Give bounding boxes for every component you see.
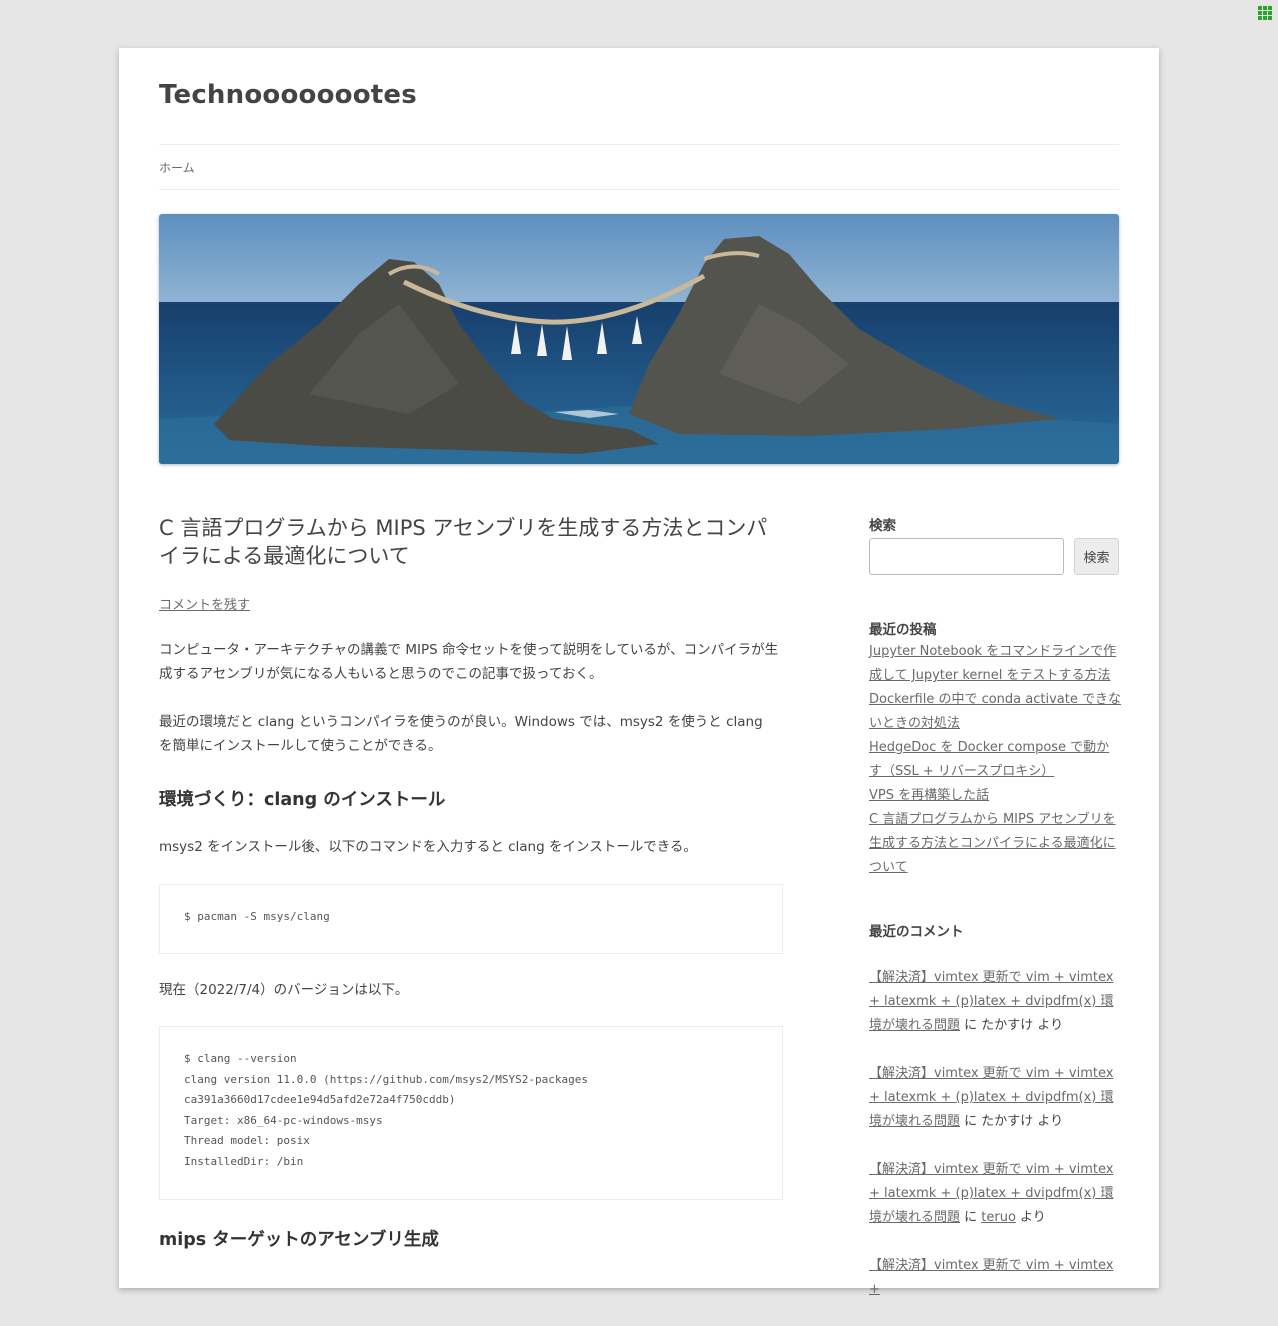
comment-suffix: より: [1015, 1210, 1046, 1225]
recent-comments-list: 【解決済】vimtex 更新で vim + vimtex + latexmk +…: [869, 966, 1121, 1326]
list-item: 【解決済】vimtex 更新で vim + vimtex +: [869, 1254, 1121, 1302]
entry-title[interactable]: C 言語プログラムから MIPS アセンブリを生成する方法とコンパイラによる最適…: [159, 514, 779, 570]
list-item: C 言語プログラムから MIPS アセンブリを生成する方法とコンパイラによる最適…: [869, 808, 1121, 880]
recent-post-link[interactable]: C 言語プログラムから MIPS アセンブリを生成する方法とコンパイラによる最適…: [869, 812, 1116, 875]
comment-author-link[interactable]: teruo: [981, 1210, 1016, 1225]
list-item: 【解決済】vimtex 更新で vim + vimtex + latexmk +…: [869, 1158, 1121, 1230]
comment-post-link[interactable]: 【解決済】vimtex 更新で vim + vimtex +: [869, 1258, 1113, 1297]
main-content: C 言語プログラムから MIPS アセンブリを生成する方法とコンパイラによる最適…: [159, 514, 784, 1250]
recent-post-link[interactable]: HedgeDoc を Docker compose で動かす（SSL + リバー…: [869, 740, 1109, 779]
recent-posts-title: 最近の投稿: [869, 622, 937, 638]
comment-on-text: に: [960, 1018, 982, 1033]
recent-posts-list: Jupyter Notebook をコマンドラインで作成して Jupyter k…: [869, 640, 1121, 880]
paragraph-intro: コンピュータ・アーキテクチャの講義で MIPS 命令セットを使って説明をしている…: [159, 642, 779, 682]
recent-comments-title: 最近のコメント: [869, 924, 964, 940]
site-title[interactable]: Technoooooootes: [159, 80, 417, 110]
comment-author: たかすけ: [981, 1018, 1034, 1033]
apps-grid-icon[interactable]: [1258, 6, 1272, 20]
list-item: 【解決済】vimtex 更新で vim + vimtex + latexmk +…: [869, 966, 1121, 1038]
code-block-version: $ clang --version clang version 11.0.0 (…: [159, 1026, 783, 1200]
page-container: Technoooooootes ホーム C 言語プログラムから MIPS アセン…: [119, 48, 1159, 1297]
main-navigation: ホーム: [159, 144, 1119, 190]
recent-post-link[interactable]: Dockerfile の中で conda activate できないときの対処法: [869, 692, 1121, 731]
paragraph-clang: 最近の環境だと clang というコンパイラを使うのが良い。Windows では…: [159, 714, 763, 754]
search-button[interactable]: 検索: [1074, 538, 1119, 575]
nav-home-link[interactable]: ホーム: [159, 159, 195, 176]
header-image: [159, 214, 1119, 464]
heading-install: 環境づくり：clang のインストール: [159, 790, 446, 810]
recent-post-link[interactable]: Jupyter Notebook をコマンドラインで作成して Jupyter k…: [869, 644, 1116, 683]
list-item: VPS を再構築した話: [869, 784, 1121, 808]
search-input[interactable]: [869, 538, 1064, 575]
comment-author: たかすけ: [981, 1114, 1034, 1129]
comment-on-text: に: [960, 1210, 982, 1225]
comment-suffix: より: [1033, 1018, 1064, 1033]
comment-suffix: より: [1033, 1114, 1064, 1129]
recent-post-link[interactable]: VPS を再構築した話: [869, 788, 989, 803]
list-item: Dockerfile の中で conda activate できないときの対処法: [869, 688, 1121, 736]
comment-on-text: に: [960, 1114, 982, 1129]
code-block-pacman: $ pacman -S msys/clang: [159, 884, 783, 954]
search-widget-title: 検索: [869, 518, 896, 534]
list-item: HedgeDoc を Docker compose で動かす（SSL + リバー…: [869, 736, 1121, 784]
list-item: 【解決済】vimtex 更新で vim + vimtex + latexmk +…: [869, 1062, 1121, 1134]
leave-comment-link[interactable]: コメントを残す: [159, 594, 250, 613]
paragraph-version: 現在（2022/7/4）のバージョンは以下。: [159, 982, 409, 998]
list-item: Jupyter Notebook をコマンドラインで作成して Jupyter k…: [869, 640, 1121, 688]
heading-mips: mips ターゲットのアセンブリ生成: [159, 1230, 439, 1250]
paragraph-install: msys2 をインストール後、以下のコマンドを入力すると clang をインスト…: [159, 839, 697, 855]
